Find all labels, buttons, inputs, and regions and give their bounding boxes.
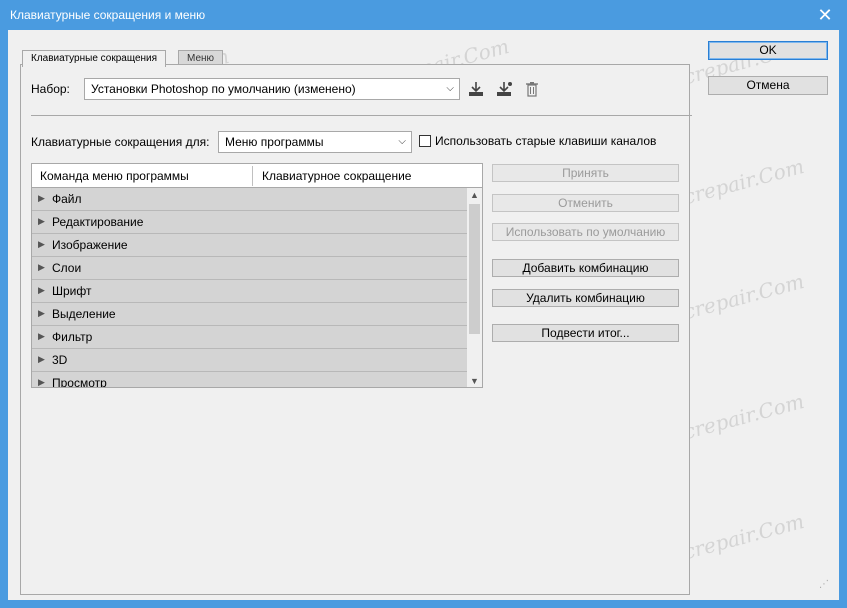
row-label: Фильтр xyxy=(52,330,93,344)
scroll-up-icon[interactable]: ▲ xyxy=(467,188,482,202)
table-row[interactable]: ▶ Выделение xyxy=(32,303,467,326)
table-row[interactable]: ▶ Шрифт xyxy=(32,280,467,303)
cancel-button[interactable]: Отмена xyxy=(708,76,828,95)
table-row[interactable]: ▶ Фильтр xyxy=(32,326,467,349)
column-header-command[interactable]: Команда меню программы xyxy=(40,169,189,183)
row-label: Слои xyxy=(52,261,82,275)
expand-arrow-icon[interactable]: ▶ xyxy=(38,377,45,387)
divider xyxy=(31,115,692,116)
shortcuts-for-value: Меню программы xyxy=(225,135,324,149)
table-row[interactable]: ▶ Редактирование xyxy=(32,211,467,234)
dialog-window: Клавиатурные сокращения и меню ✕ Soringp… xyxy=(0,0,847,608)
new-set-icon[interactable] xyxy=(495,80,513,98)
set-select-value: Установки Photoshop по умолчанию (измене… xyxy=(91,82,356,96)
row-label: 3D xyxy=(52,353,68,367)
resize-grip-icon[interactable]: ⋰ xyxy=(819,579,829,590)
vertical-scrollbar[interactable]: ▲ ▼ xyxy=(467,188,482,387)
undo-button[interactable]: Отменить xyxy=(492,194,679,212)
chevron-down-icon: ⌵ xyxy=(446,83,454,94)
shortcuts-table: Команда меню программы Клавиатурное сокр… xyxy=(31,163,483,388)
legacy-channel-shortcuts-label: Использовать старые клавиши каналов xyxy=(435,134,657,148)
expand-arrow-icon[interactable]: ▶ xyxy=(38,308,45,319)
expand-arrow-icon[interactable]: ▶ xyxy=(38,354,45,365)
legacy-channel-shortcuts-checkbox[interactable] xyxy=(419,135,431,147)
window-title: Клавиатурные сокращения и меню xyxy=(10,8,206,22)
tab-keyboard-shortcuts[interactable]: Клавиатурные сокращения xyxy=(22,50,167,67)
column-header-shortcut[interactable]: Клавиатурное сокращение xyxy=(262,169,411,183)
shortcuts-for-label: Клавиатурные сокращения для: xyxy=(31,135,210,149)
table-row[interactable]: ▶ 3D xyxy=(32,349,467,372)
accept-button[interactable]: Принять xyxy=(492,164,679,182)
row-label: Просмотр xyxy=(52,376,107,388)
delete-shortcut-button[interactable]: Удалить комбинацию xyxy=(492,289,679,307)
set-select[interactable]: Установки Photoshop по умолчанию (измене… xyxy=(84,78,460,100)
expand-arrow-icon[interactable]: ▶ xyxy=(38,239,45,250)
ok-button[interactable]: OK xyxy=(708,41,828,60)
expand-arrow-icon[interactable]: ▶ xyxy=(38,216,45,227)
row-label: Редактирование xyxy=(52,215,144,229)
set-label: Набор: xyxy=(31,82,70,96)
table-header: Команда меню программы Клавиатурное сокр… xyxy=(32,164,482,188)
use-default-button[interactable]: Использовать по умолчанию xyxy=(492,223,679,241)
expand-arrow-icon[interactable]: ▶ xyxy=(38,285,45,296)
close-icon[interactable]: ✕ xyxy=(813,4,837,26)
title-bar[interactable]: Клавиатурные сокращения и меню ✕ xyxy=(0,0,847,30)
row-label: Файл xyxy=(52,192,82,206)
trash-icon[interactable] xyxy=(523,80,541,98)
table-row[interactable]: ▶ Просмотр xyxy=(32,372,467,388)
tab-panel: Набор: Установки Photoshop по умолчанию … xyxy=(20,64,692,595)
save-set-icon[interactable] xyxy=(467,80,485,98)
summarize-button[interactable]: Подвести итог... xyxy=(492,324,679,342)
column-divider[interactable] xyxy=(252,166,253,186)
row-label: Изображение xyxy=(52,238,128,252)
scroll-down-icon[interactable]: ▼ xyxy=(467,374,482,387)
scroll-thumb[interactable] xyxy=(469,204,480,334)
table-row[interactable]: ▶ Изображение xyxy=(32,234,467,257)
chevron-down-icon: ⌵ xyxy=(398,136,406,147)
table-row[interactable]: ▶ Файл xyxy=(32,188,467,211)
expand-arrow-icon[interactable]: ▶ xyxy=(38,193,45,204)
table-rows: ▶ Файл ▶ Редактирование ▶ Изображение ▶ Слои… xyxy=(32,188,467,388)
expand-arrow-icon[interactable]: ▶ xyxy=(38,331,45,342)
table-row[interactable]: ▶ Слои xyxy=(32,257,467,280)
dialog-client-area: Soringpcrepair.Com Soringpcrepair.Com So… xyxy=(8,30,839,600)
add-shortcut-button[interactable]: Добавить комбинацию xyxy=(492,259,679,277)
shortcuts-for-select[interactable]: Меню программы ⌵ xyxy=(218,131,412,153)
row-label: Выделение xyxy=(52,307,116,321)
row-label: Шрифт xyxy=(52,284,92,298)
expand-arrow-icon[interactable]: ▶ xyxy=(38,262,45,273)
